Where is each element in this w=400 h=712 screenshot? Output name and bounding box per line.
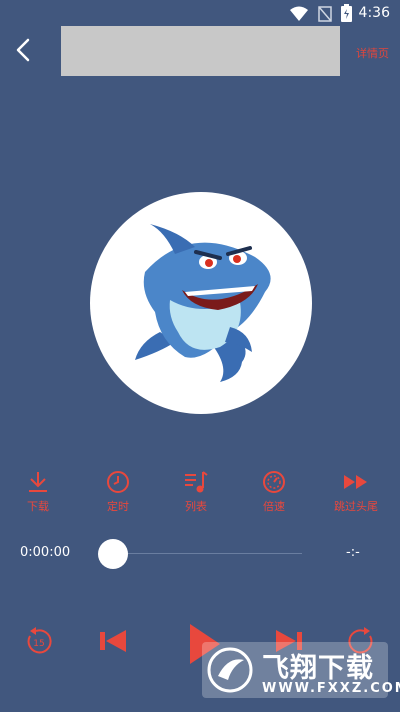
no-signal-icon (318, 6, 332, 22)
skip-intro-label: 跳过头尾 (334, 500, 378, 513)
clock-icon (107, 471, 129, 493)
rewind-seconds: 15 (33, 639, 44, 649)
watermark-url: WWW.FXXZ.COM (262, 681, 400, 696)
timer-button[interactable]: 定时 (86, 470, 150, 514)
watermark-title: 飞翔下载 (262, 653, 374, 684)
total-time: -:- (346, 545, 360, 560)
detail-page-link[interactable]: 详情页 (356, 45, 389, 61)
progress-thumb[interactable] (98, 539, 128, 569)
speed-label: 倍速 (263, 500, 285, 513)
speed-icon (263, 471, 285, 493)
previous-button[interactable] (98, 626, 128, 660)
playlist-icon (185, 471, 208, 493)
playlist-button[interactable]: 列表 (164, 470, 228, 514)
album-art (90, 192, 312, 414)
battery-icon (341, 4, 352, 22)
timer-label: 定时 (107, 500, 129, 513)
clock-text: 4:36 (358, 5, 390, 21)
download-button[interactable]: 下载 (6, 470, 70, 514)
rewind-15-icon: 15 (27, 627, 52, 654)
skip-previous-icon (100, 630, 126, 652)
progress-track[interactable] (112, 553, 302, 554)
speed-button[interactable]: 倍速 (242, 470, 306, 514)
wifi-icon (290, 6, 308, 21)
title-placeholder (61, 26, 340, 76)
shark-mascot-image (135, 224, 271, 382)
rewind-15-button[interactable]: 15 (24, 626, 54, 660)
current-time: 0:00:00 (20, 545, 71, 560)
back-button[interactable] (8, 34, 40, 66)
status-bar: 4:36 (0, 0, 400, 28)
skip-intro-button[interactable]: 跳过头尾 (324, 470, 388, 514)
playlist-label: 列表 (185, 500, 207, 513)
watermark-logo-icon (207, 647, 253, 693)
chevron-left-icon (16, 38, 30, 62)
download-icon (29, 472, 47, 492)
download-label: 下载 (27, 500, 49, 513)
skip-intro-icon (344, 475, 367, 489)
